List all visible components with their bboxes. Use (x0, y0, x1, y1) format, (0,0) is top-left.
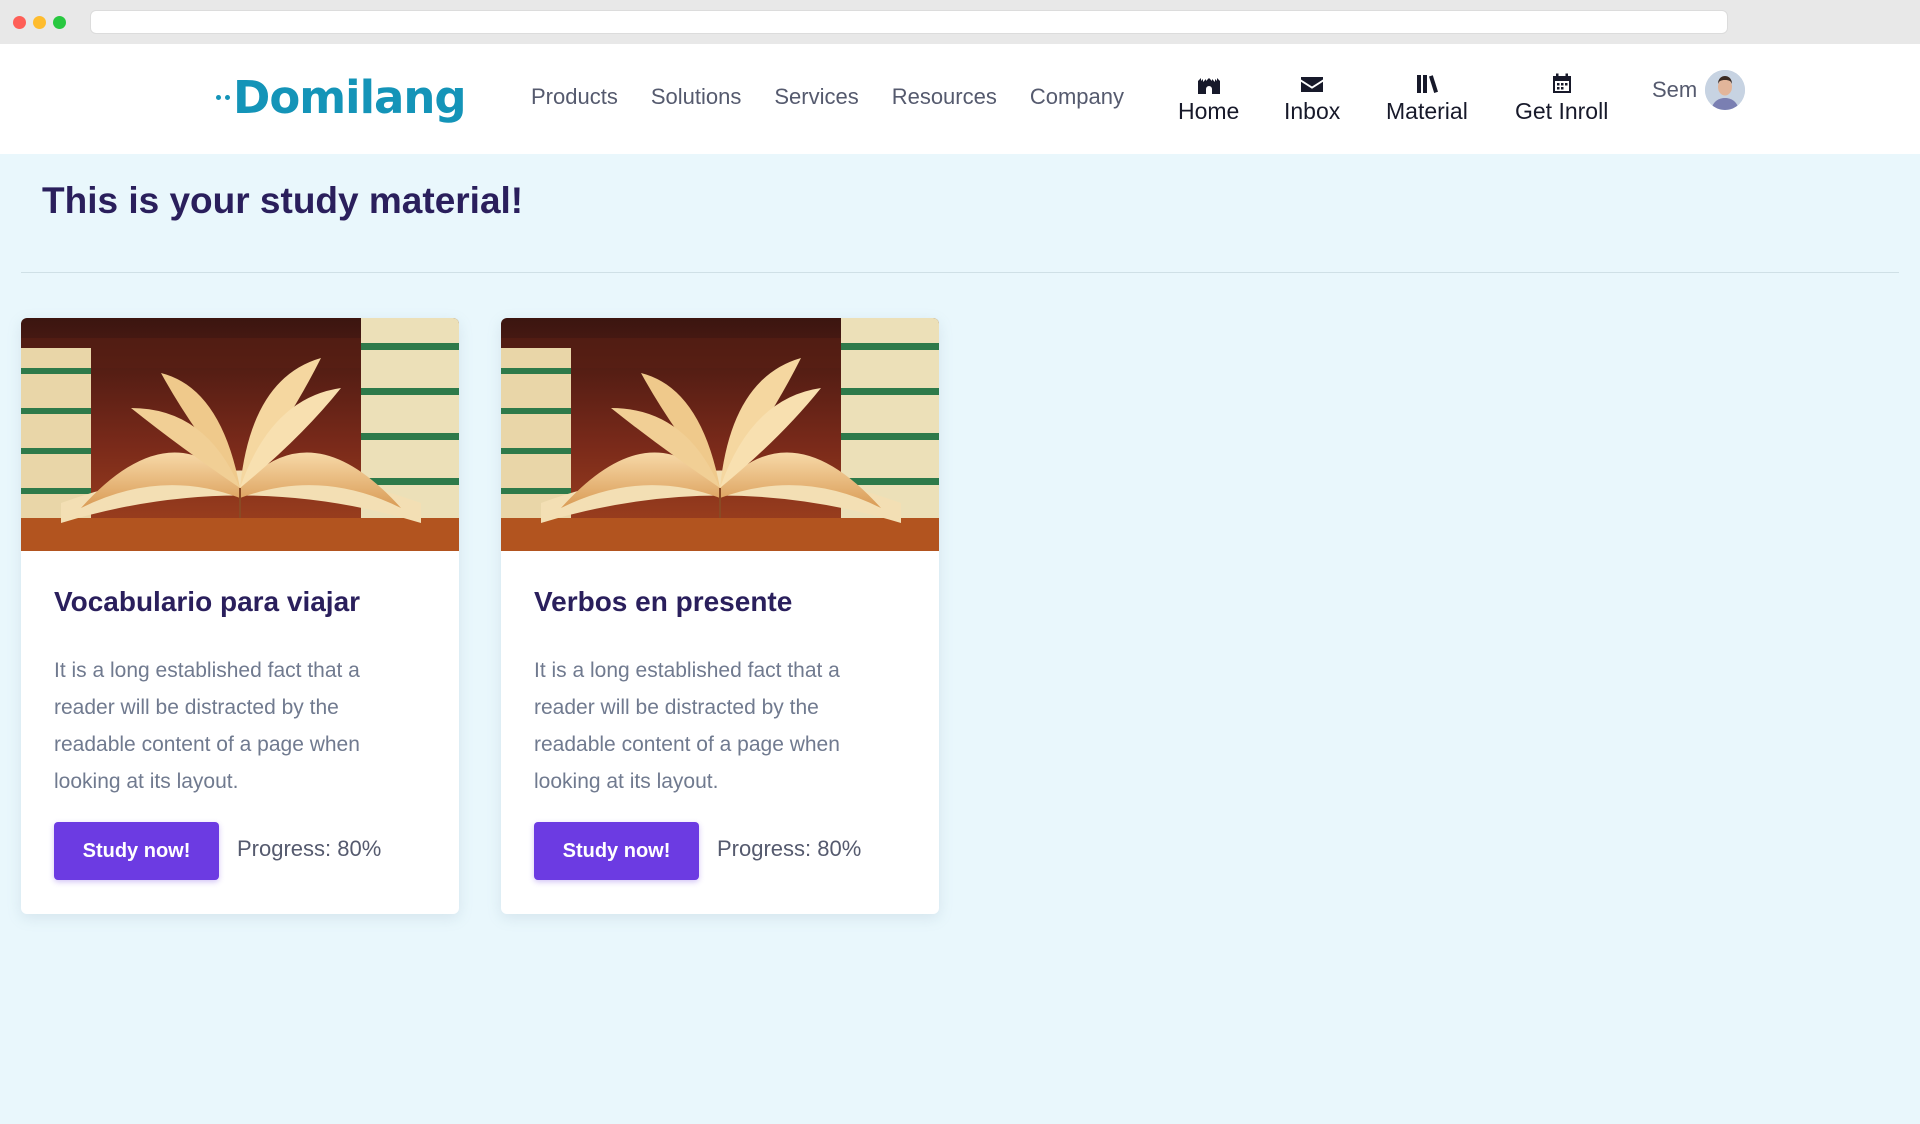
study-card: Vocabulario para viajar It is a long est… (21, 318, 459, 914)
nav-link-products[interactable]: Products (531, 84, 618, 110)
close-window-icon[interactable] (13, 16, 26, 29)
logo-dots-icon (216, 94, 230, 100)
home-icon (1197, 78, 1220, 94)
card-description: It is a long established fact that a rea… (534, 659, 840, 793)
title-divider (21, 272, 1899, 273)
avatar[interactable] (1705, 70, 1746, 110)
nav-item-get-inroll-label: Get Inroll (1515, 98, 1609, 124)
minimize-window-icon[interactable] (33, 16, 46, 29)
progress-label: Progress: 80% (717, 836, 862, 861)
card-title: Verbos en presente (534, 586, 793, 617)
main-nav: Products Solutions Services Resources Co… (531, 84, 1157, 110)
nav-item-get-inroll[interactable]: Get Inroll (1515, 72, 1608, 125)
user-menu[interactable]: Sem (1652, 70, 1746, 110)
book-image (21, 318, 459, 551)
card-title: Vocabulario para viajar (54, 586, 361, 617)
nav-link-solutions[interactable]: Solutions (651, 84, 742, 110)
nav-item-material-label: Material (1386, 98, 1468, 124)
address-bar[interactable] (90, 10, 1728, 34)
brand-logo-text: Domilang (233, 70, 467, 124)
card-description: It is a long established fact that a rea… (54, 659, 360, 793)
user-name: Sem (1652, 77, 1698, 102)
nav-item-home-label: Home (1178, 98, 1240, 124)
nav-link-resources[interactable]: Resources (892, 84, 997, 110)
maximize-window-icon[interactable] (53, 16, 66, 29)
study-now-button[interactable]: Study now! (534, 822, 699, 880)
nav-item-inbox[interactable]: Inbox (1284, 72, 1340, 125)
browser-chrome (0, 0, 1920, 44)
brand-logo[interactable]: Domilang (216, 69, 467, 125)
study-now-button[interactable]: Study now! (54, 822, 219, 880)
nav-item-inbox-label: Inbox (1284, 98, 1341, 124)
nav-item-home[interactable]: Home (1178, 72, 1239, 125)
book-image (501, 318, 939, 551)
site-header: Domilang Products Solutions Services Res… (0, 44, 1920, 154)
study-card: Verbos en presente It is a long establis… (501, 318, 939, 914)
nav-item-material[interactable]: Material (1386, 72, 1468, 125)
books-icon (1416, 75, 1438, 93)
calendar-icon (1552, 73, 1571, 93)
envelope-icon (1301, 77, 1324, 92)
nav-link-company[interactable]: Company (1030, 84, 1124, 110)
page-title: This is your study material! (42, 180, 524, 221)
nav-link-services[interactable]: Services (774, 84, 858, 110)
progress-label: Progress: 80% (237, 836, 382, 861)
